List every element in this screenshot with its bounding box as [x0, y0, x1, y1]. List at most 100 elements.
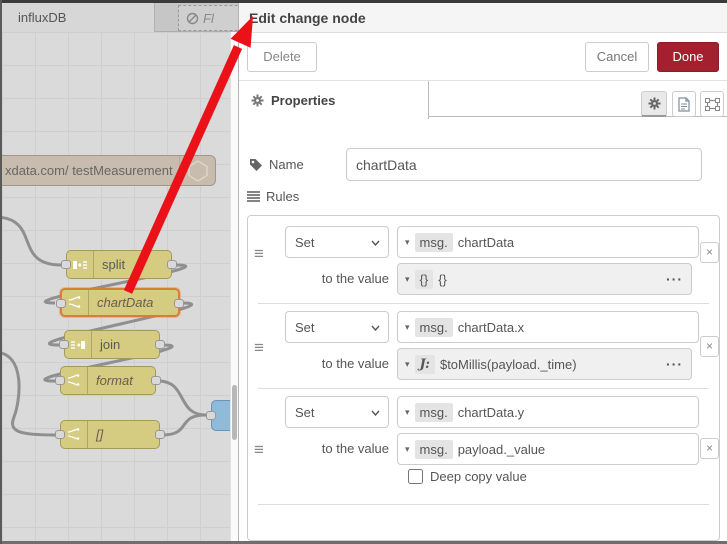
- rule-separator: [258, 504, 709, 505]
- canvas-vertical-scrollbar[interactable]: [230, 32, 238, 541]
- node-label: []: [96, 427, 104, 442]
- tab-properties[interactable]: Properties: [239, 81, 429, 119]
- deep-copy-checkbox[interactable]: [408, 469, 423, 484]
- flow-canvas[interactable]: xdata.com/ testMeasurement split chartDa…: [2, 32, 238, 541]
- chevron-down-icon: [371, 318, 388, 336]
- flow-tab-disabled[interactable]: Fl: [178, 5, 238, 31]
- caret-icon[interactable]: ▾: [405, 274, 410, 285]
- gear-icon: [251, 94, 264, 106]
- tag-icon: [250, 158, 262, 171]
- node-label: chartData: [97, 295, 154, 310]
- input-port[interactable]: [56, 299, 66, 308]
- appearance-icon: [704, 97, 720, 111]
- flow-wires: [2, 216, 207, 437]
- remove-rule-button[interactable]: ×: [700, 242, 719, 263]
- type-chip[interactable]: {}: [414, 269, 434, 289]
- cancel-button[interactable]: Cancel: [585, 42, 649, 72]
- caret-icon[interactable]: ▾: [405, 359, 410, 370]
- to-the-value-label: to the value: [321, 441, 389, 456]
- gear-icon: [648, 97, 660, 110]
- chevron-down-icon: [371, 403, 388, 421]
- node-label: split: [102, 257, 126, 272]
- flow-tab-label: Fl: [203, 10, 214, 26]
- type-chip[interactable]: msg.: [414, 402, 453, 422]
- output-port[interactable]: [155, 430, 165, 439]
- disabled-flow-icon: [186, 12, 199, 25]
- expand-editor-button[interactable]: ···: [666, 271, 691, 287]
- drag-handle-icon[interactable]: ≡: [254, 440, 274, 460]
- rule-property-input[interactable]: ▾ msg. chartData: [397, 226, 699, 258]
- edit-properties-button[interactable]: [641, 91, 667, 117]
- name-input[interactable]: [346, 148, 702, 181]
- flow-tab-influxdb[interactable]: influxDB: [2, 3, 155, 32]
- tray-toolbar: Delete Cancel Done: [239, 33, 727, 80]
- input-port[interactable]: [59, 340, 69, 349]
- expression-type-chip[interactable]: J:: [414, 354, 435, 374]
- rule-property-input[interactable]: ▾ msg. chartData.y: [397, 396, 699, 428]
- document-icon: [678, 96, 690, 112]
- tray-header: Edit change node: [239, 3, 727, 33]
- rule-value-input[interactable]: ▾ {} {} ···: [397, 263, 692, 295]
- done-button[interactable]: Done: [657, 42, 719, 72]
- rule-separator: [258, 388, 709, 389]
- flow-workspace: influxDB Fl xdata.com/ testMeasurement s…: [2, 3, 238, 541]
- output-port[interactable]: [151, 376, 161, 385]
- rule-action-select[interactable]: Set: [285, 396, 389, 428]
- join-icon: [65, 331, 92, 358]
- node-split[interactable]: split: [61, 250, 177, 279]
- input-port[interactable]: [55, 430, 65, 439]
- rule-value-input[interactable]: ▾ J: $toMillis(payload._time) ···: [397, 348, 692, 380]
- node-join[interactable]: join: [59, 330, 165, 359]
- properties-form: Name Rules ≡ Set: [239, 117, 727, 541]
- change-icon: [61, 367, 88, 394]
- node-appearance-button[interactable]: [700, 91, 724, 117]
- drag-handle-icon[interactable]: ≡: [254, 338, 274, 358]
- input-port[interactable]: [206, 411, 216, 420]
- node-brackets[interactable]: []: [55, 420, 165, 449]
- rule-action-select[interactable]: Set: [285, 311, 389, 343]
- node-influxdb-out[interactable]: xdata.com/ testMeasurement: [2, 155, 216, 186]
- deep-copy-row: Deep copy value: [408, 469, 527, 484]
- list-icon: [247, 191, 260, 202]
- node-format[interactable]: format: [55, 366, 161, 395]
- output-port[interactable]: [174, 299, 184, 308]
- output-port[interactable]: [155, 340, 165, 349]
- remove-rule-button[interactable]: ×: [700, 336, 719, 357]
- rule-value-input[interactable]: ▾ msg. payload._value: [397, 433, 699, 465]
- output-port[interactable]: [167, 260, 177, 269]
- caret-icon[interactable]: ▾: [405, 407, 410, 418]
- expand-editor-button[interactable]: ···: [666, 356, 691, 372]
- input-port[interactable]: [61, 260, 71, 269]
- change-icon: [62, 290, 89, 315]
- scrollbar-thumb[interactable]: [232, 385, 237, 440]
- input-port[interactable]: [55, 376, 65, 385]
- type-chip[interactable]: msg.: [414, 317, 453, 337]
- split-icon: [67, 251, 94, 278]
- node-label: xdata.com/ testMeasurement: [5, 163, 173, 178]
- edit-tray: Edit change node Delete Cancel Done Prop…: [238, 3, 727, 541]
- editor-tab-bar: Properties: [239, 80, 727, 119]
- rules-label: Rules: [247, 189, 299, 204]
- caret-icon[interactable]: ▾: [405, 237, 410, 248]
- rule-property-input[interactable]: ▾ msg. chartData.x: [397, 311, 699, 343]
- type-chip[interactable]: msg.: [414, 439, 453, 459]
- tab-properties-label: Properties: [271, 92, 336, 108]
- caret-icon[interactable]: ▾: [405, 322, 410, 333]
- to-the-value-label: to the value: [321, 271, 389, 286]
- tray-title-text: Edit change node: [249, 10, 366, 26]
- edit-description-button[interactable]: [672, 91, 696, 117]
- remove-rule-button[interactable]: ×: [700, 438, 719, 459]
- caret-icon[interactable]: ▾: [405, 444, 410, 455]
- drag-handle-icon[interactable]: ≡: [254, 244, 274, 264]
- type-chip[interactable]: msg.: [414, 232, 453, 252]
- node-red-window: influxDB Fl xdata.com/ testMeasurement s…: [0, 0, 727, 544]
- deep-copy-label: Deep copy value: [430, 469, 527, 484]
- chevron-down-icon: [371, 233, 388, 251]
- rule-action-select[interactable]: Set: [285, 226, 389, 258]
- delete-button[interactable]: Delete: [247, 42, 317, 72]
- name-row: Name: [249, 148, 702, 181]
- name-label: Name: [249, 157, 346, 172]
- window-border-top: [0, 0, 727, 3]
- window-border-left: [0, 0, 2, 544]
- node-chartdata[interactable]: chartData: [56, 288, 184, 317]
